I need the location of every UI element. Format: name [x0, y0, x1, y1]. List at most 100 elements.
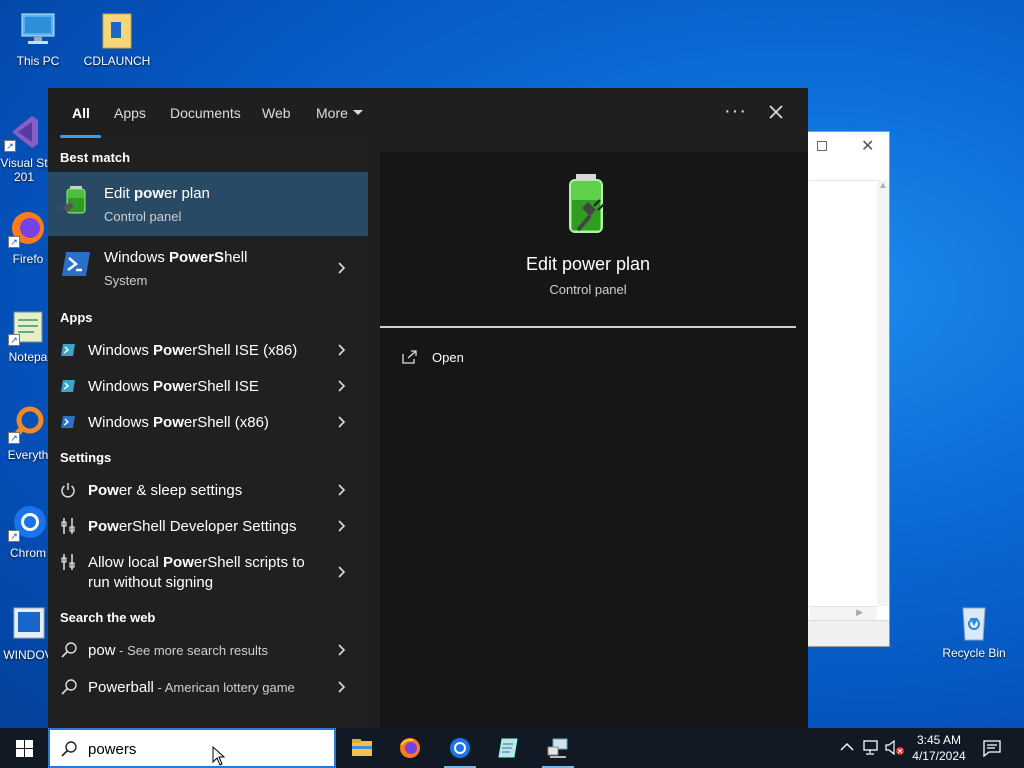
volume-status[interactable]: [884, 728, 906, 768]
result-title-post: hell: [224, 249, 248, 266]
shortcut-arrow-icon: ↗: [8, 530, 20, 542]
result-title-post: er & sleep settings: [118, 482, 243, 499]
taskbar-firefox[interactable]: [386, 728, 434, 768]
chevron-right-icon[interactable]: [336, 380, 348, 392]
chevron-right-icon[interactable]: [336, 416, 348, 428]
web-desc: - American lottery game: [153, 680, 295, 695]
result-subtitle: System: [104, 273, 148, 288]
result-powershell-ise-x86[interactable]: Windows PowerShell ISE (x86): [48, 332, 368, 368]
volume-muted-icon: [885, 740, 904, 756]
desktop-icon-this-pc[interactable]: This PC: [2, 10, 74, 68]
chevron-right-icon[interactable]: [336, 484, 348, 496]
windows-app-icon: [8, 604, 48, 644]
chevron-right-icon[interactable]: [336, 520, 348, 532]
start-button[interactable]: [0, 728, 48, 768]
notepad-icon: [498, 738, 518, 758]
firefox-icon: [400, 738, 420, 758]
section-search-the-web: Search the web: [60, 610, 156, 625]
result-windows-powershell[interactable]: Windows PowerShell System: [48, 236, 368, 300]
developer-settings-icon: [60, 517, 76, 540]
network-status[interactable]: [862, 728, 882, 768]
active-tab-indicator: [60, 135, 101, 138]
result-title-match: Pow: [88, 482, 119, 499]
window-statusbar: [807, 620, 889, 646]
preview-divider: [380, 326, 796, 328]
visual-studio-icon: ↗: [4, 112, 44, 152]
result-title-match: Pow: [163, 554, 194, 571]
chevron-right-icon[interactable]: [336, 644, 348, 656]
developer-settings-icon: [60, 553, 76, 576]
taskbar-notepad[interactable]: [484, 728, 532, 768]
background-window[interactable]: ✕ ▲ ▶: [806, 131, 890, 647]
result-powershell-developer-settings[interactable]: PowerShell Developer Settings: [48, 508, 368, 544]
file-explorer-icon: [352, 739, 372, 756]
taskbar-chrome[interactable]: [436, 728, 484, 768]
tab-more[interactable]: More: [316, 105, 363, 121]
close-icon[interactable]: ✕: [861, 136, 874, 156]
desktop-icon-cdlaunch[interactable]: CDLAUNCH: [81, 10, 153, 68]
search-tabs-bar: All Apps Documents Web More ···: [48, 88, 808, 140]
result-title-pre: Windows: [88, 378, 154, 395]
clock-date: 4/17/2024: [912, 749, 966, 763]
maximize-icon[interactable]: [817, 141, 827, 151]
chevron-right-icon[interactable]: [336, 262, 348, 274]
caret-down-icon: [352, 110, 363, 115]
web-result-powerball[interactable]: Powerball - American lottery game: [48, 669, 368, 705]
battery-plug-icon: [556, 172, 616, 236]
result-title-pre: Allow local: [88, 554, 164, 571]
result-title-pre: Windows: [88, 414, 154, 431]
horizontal-scrollbar[interactable]: ▶: [809, 606, 877, 620]
notification-icon: [983, 740, 1001, 757]
shortcut-arrow-icon: ↗: [8, 334, 20, 346]
vertical-scrollbar[interactable]: ▲: [877, 180, 889, 606]
web-term: pow: [88, 642, 116, 659]
result-title-match: Pow: [153, 342, 184, 359]
chevron-right-icon[interactable]: [336, 566, 348, 578]
taskbar-network-tool[interactable]: [534, 728, 582, 768]
result-subtitle: Control panel: [104, 209, 182, 224]
result-title-post: erShell (x86): [183, 414, 269, 431]
result-title-pre: Windows: [104, 249, 170, 266]
search-icon: [60, 641, 78, 664]
window-titlebar[interactable]: ✕: [807, 132, 889, 160]
tray-overflow-chevron[interactable]: [838, 728, 856, 768]
result-title-post: er plan: [164, 185, 210, 202]
result-title-match: PowerS: [169, 249, 225, 266]
chevron-right-icon[interactable]: [336, 681, 348, 693]
result-title-match: Pow: [153, 414, 184, 431]
everything-search-icon: ↗: [8, 404, 48, 444]
result-powershell-ise[interactable]: Windows PowerShell ISE: [48, 368, 368, 404]
open-icon: [402, 350, 417, 364]
close-icon[interactable]: [762, 98, 790, 126]
result-edit-power-plan[interactable]: Edit power plan Control panel: [48, 172, 368, 236]
taskbar-clock[interactable]: 3:45 AM 4/17/2024: [906, 732, 972, 764]
ellipsis-icon[interactable]: ···: [724, 100, 747, 123]
section-apps: Apps: [60, 310, 93, 325]
section-best-match: Best match: [60, 150, 131, 165]
search-panel: All Apps Documents Web More ··· Best mat…: [48, 88, 808, 728]
clock-time: 3:45 AM: [916, 733, 962, 747]
taskbar-file-explorer[interactable]: [338, 728, 386, 768]
search-icon: [60, 678, 78, 701]
chrome-icon: [450, 738, 470, 758]
action-center-button[interactable]: [980, 728, 1004, 768]
search-input[interactable]: [88, 738, 288, 760]
tab-web[interactable]: Web: [262, 105, 291, 121]
open-action[interactable]: Open: [402, 348, 522, 368]
taskbar-search-box[interactable]: [48, 728, 336, 768]
powershell-ise-icon: [60, 343, 76, 362]
section-settings: Settings: [60, 450, 112, 465]
tab-all[interactable]: All: [72, 105, 90, 121]
tab-apps[interactable]: Apps: [114, 105, 146, 121]
search-results-list: Best match Edit power plan Control panel…: [48, 140, 368, 728]
result-powershell-x86[interactable]: Windows PowerShell (x86): [48, 404, 368, 440]
chevron-right-icon[interactable]: [336, 344, 348, 356]
result-allow-local-powershell-scripts[interactable]: Allow local PowerShell scripts to run wi…: [48, 544, 368, 600]
result-power-sleep-settings[interactable]: Power & sleep settings: [48, 472, 368, 508]
web-result-pow[interactable]: pow - See more search results: [48, 632, 368, 668]
result-title-match: Pow: [88, 518, 119, 535]
battery-plug-icon: [60, 184, 92, 221]
window-content: [809, 180, 877, 606]
desktop-icon-recycle-bin[interactable]: Recycle Bin: [938, 602, 1010, 660]
tab-documents[interactable]: Documents: [170, 105, 241, 121]
